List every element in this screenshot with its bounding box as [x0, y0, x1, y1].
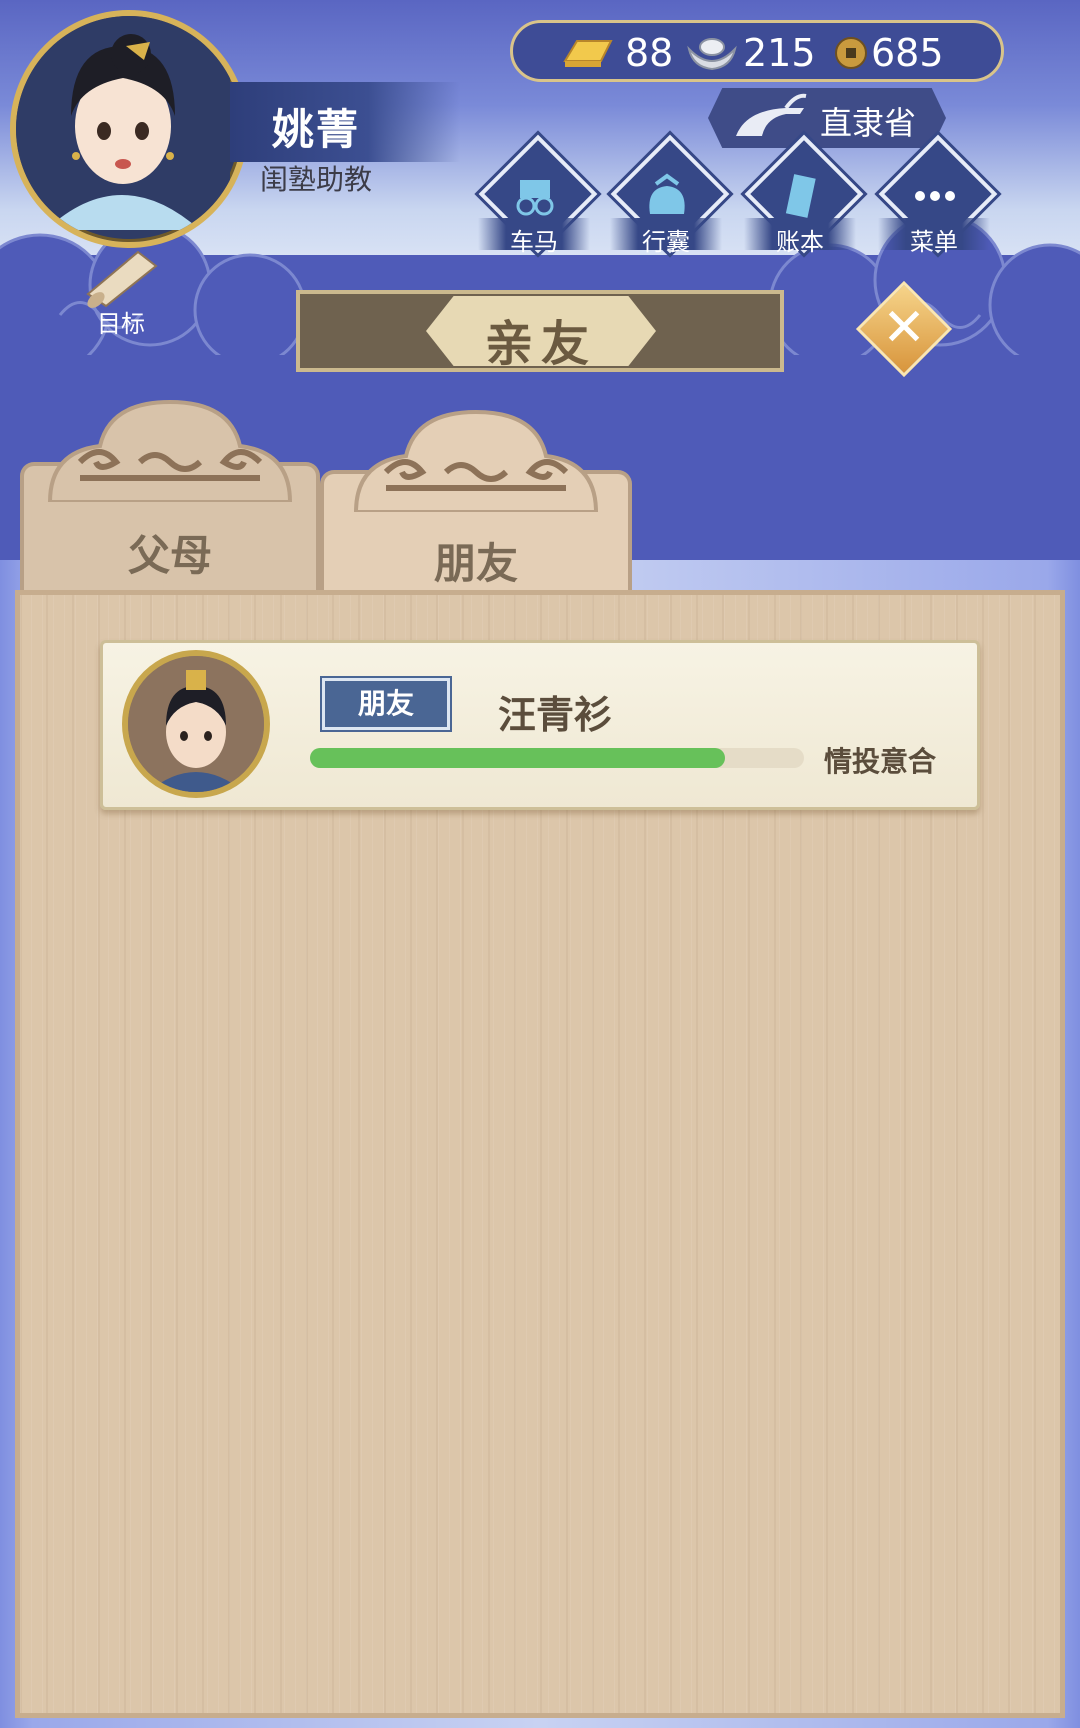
silver-count: 215	[743, 31, 816, 75]
tab-friends-label: 朋友	[433, 539, 518, 588]
bundle-button[interactable]: 行囊	[610, 134, 730, 258]
player-avatar[interactable]	[10, 10, 248, 248]
bundle-label: 行囊	[642, 228, 690, 256]
ledger-label: 账本	[776, 228, 824, 256]
carriage-label: 车马	[510, 228, 558, 256]
carriage-button[interactable]: 车马	[478, 134, 598, 258]
bond-progress-fill	[310, 748, 725, 768]
gold-bar-icon	[559, 35, 617, 73]
scroll-icon	[78, 244, 164, 312]
more-icon	[910, 170, 960, 224]
gold-count: 88	[625, 31, 674, 75]
ledger-button[interactable]: 账本	[744, 134, 864, 258]
copper-coin-icon	[833, 35, 869, 75]
bond-progress-bar	[310, 748, 804, 768]
dialog-title: 亲友	[484, 316, 597, 372]
more-menu-button[interactable]: 菜单	[878, 134, 998, 258]
cloud-crest-icon	[30, 392, 310, 506]
friend-name: 汪青衫	[498, 693, 613, 737]
friend-avatar[interactable]	[122, 650, 270, 798]
more-label: 菜单	[910, 228, 958, 256]
bundle-icon	[642, 170, 692, 224]
tab-parents-label: 父母	[127, 531, 212, 580]
bond-level-label: 情投意合	[824, 745, 937, 778]
tab-friends[interactable]: 朋友	[320, 402, 632, 600]
ledger-icon	[776, 170, 826, 224]
carriage-icon	[510, 170, 560, 224]
coin-count: 685	[871, 31, 944, 75]
resource-bar: 88 215 685	[510, 20, 1004, 82]
close-icon[interactable]: ✕	[870, 294, 938, 362]
goal-button[interactable]: 目标	[66, 244, 176, 338]
cloud-crest-icon	[336, 402, 616, 516]
silver-ingot-icon	[687, 35, 737, 75]
player-title: 闺塾助教	[260, 163, 373, 196]
tab-parents[interactable]: 父母	[20, 392, 320, 592]
province-name: 直隶省	[820, 104, 917, 142]
player-name: 姚菁	[272, 105, 361, 154]
goal-label: 目标	[97, 310, 145, 338]
relation-badge: 朋友	[322, 678, 450, 730]
